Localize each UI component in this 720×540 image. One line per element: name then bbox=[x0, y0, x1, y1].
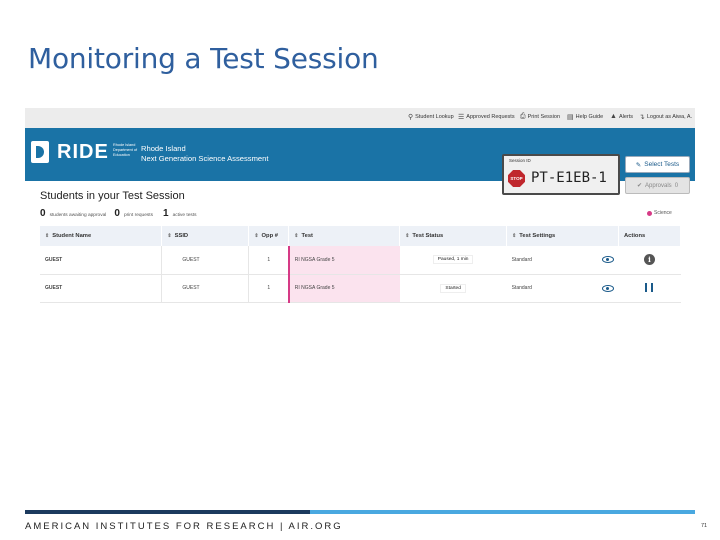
checkmark-icon: ✔ bbox=[636, 183, 642, 189]
cell-student-name: GUEST bbox=[40, 274, 162, 303]
table-row: GUEST GUEST 1 RI NGSA Grade 5 Paused, 1 … bbox=[40, 246, 681, 275]
column-header-test-settings[interactable]: ⇕ Test Settings bbox=[506, 226, 619, 246]
ride-logo-subtext: Rhode Island Department of Education bbox=[113, 143, 138, 157]
page-number: 71 bbox=[701, 523, 708, 529]
status-badge: Started bbox=[440, 283, 466, 293]
sort-icon: ⇕ bbox=[294, 233, 299, 239]
toolbar-label: Student Lookup bbox=[415, 114, 454, 120]
select-tests-label: Select Tests bbox=[644, 161, 680, 168]
cell-actions: i bbox=[618, 246, 681, 275]
header-banner: RIDE Rhode Island Department of Educatio… bbox=[25, 128, 695, 195]
legend-label: Science bbox=[654, 210, 672, 216]
footer-bar-light bbox=[310, 510, 695, 514]
cell-test-settings: Standard bbox=[506, 274, 619, 303]
toolbar-label: Alerts bbox=[618, 113, 633, 120]
pencil-icon: ✎ bbox=[635, 161, 642, 169]
approvals-count: 0 bbox=[674, 182, 679, 189]
assessment-title-line2: Next Generation Science Assessment bbox=[141, 153, 269, 163]
approved-requests-button[interactable]: ☰ Approved Requests bbox=[458, 113, 515, 121]
legend: Science bbox=[647, 210, 672, 216]
students-table: ⇕ Student Name ⇕ SSID ⇕ Opp # ⇕ Test ⇕ Test S… bbox=[40, 226, 682, 303]
sort-icon: ⇕ bbox=[405, 233, 410, 239]
footer-bar-dark bbox=[25, 510, 310, 514]
help-guide-button[interactable]: ▤ Help Guide bbox=[567, 113, 603, 121]
cell-test: RI NGSA Grade 5 bbox=[287, 274, 400, 303]
cell-test: RI NGSA Grade 5 bbox=[287, 246, 400, 275]
print-session-button[interactable]: ⎙ Print Session bbox=[520, 113, 560, 121]
table-header-row: ⇕ Student Name ⇕ SSID ⇕ Opp # ⇕ Test ⇕ Test S… bbox=[40, 226, 682, 246]
cell-ssid: GUEST bbox=[161, 274, 249, 303]
settings-value: Standard bbox=[511, 256, 532, 263]
info-icon[interactable]: i bbox=[643, 254, 655, 266]
toolbar-label: Logout as Aiwa, A. bbox=[646, 114, 693, 120]
top-toolbar: ⚲ Student Lookup ☰ Approved Requests ⎙ P… bbox=[25, 108, 695, 128]
active-count: 1 bbox=[163, 208, 169, 219]
search-icon: ⚲ bbox=[408, 114, 414, 121]
sort-icon: ⇕ bbox=[254, 233, 259, 239]
approvals-button[interactable]: ✔ Approvals 0 bbox=[625, 177, 690, 194]
column-header-ssid[interactable]: ⇕ SSID bbox=[161, 226, 250, 246]
view-settings-eye-icon[interactable] bbox=[602, 256, 615, 263]
pause-icon[interactable] bbox=[645, 282, 654, 292]
cell-test-settings: Standard bbox=[506, 246, 619, 275]
column-header-actions: Actions bbox=[618, 226, 682, 246]
cell-opp: 1 bbox=[248, 246, 289, 275]
session-id-value: PT-E1EB-1 bbox=[531, 170, 607, 186]
view-settings-eye-icon[interactable] bbox=[602, 284, 615, 292]
logout-button[interactable]: ↴ Logout as Aiwa, A. bbox=[639, 113, 692, 121]
session-id-box: Session ID STOP PT-E1EB-1 bbox=[502, 154, 620, 195]
alert-icon: ▲ bbox=[610, 113, 617, 120]
sort-icon: ⇕ bbox=[512, 233, 517, 239]
column-header-student-name[interactable]: ⇕ Student Name bbox=[40, 226, 163, 246]
awaiting-count: 0 bbox=[40, 208, 46, 219]
sort-icon: ⇕ bbox=[167, 233, 172, 239]
stop-session-button[interactable]: STOP bbox=[508, 170, 525, 187]
ride-logo-text: RIDE bbox=[57, 141, 109, 163]
table-row: GUEST GUEST 1 RI NGSA Grade 5 Started St… bbox=[40, 274, 681, 303]
select-tests-button[interactable]: ✎ Select Tests bbox=[625, 156, 690, 173]
science-dot-icon bbox=[647, 210, 652, 216]
column-header-opp[interactable]: ⇕ Opp # bbox=[248, 226, 290, 246]
cell-ssid: GUEST bbox=[161, 246, 249, 275]
assessment-title-line1: Rhode Island bbox=[141, 144, 186, 153]
cell-test-status: Paused, 1 min bbox=[399, 246, 507, 275]
session-id-label: Session ID bbox=[509, 158, 531, 163]
cell-opp: 1 bbox=[248, 274, 289, 303]
student-lookup-button[interactable]: ⚲ Student Lookup bbox=[408, 113, 454, 121]
book-icon: ▤ bbox=[567, 114, 574, 121]
slide-title: Monitoring a Test Session bbox=[28, 42, 379, 75]
cell-test-status: Started bbox=[399, 274, 507, 303]
active-label: active tests bbox=[172, 213, 197, 218]
toolbar-label: Approved Requests bbox=[466, 114, 515, 120]
approvals-label: Approvals bbox=[645, 182, 672, 189]
column-header-test-status[interactable]: ⇕ Test Status bbox=[399, 226, 508, 246]
cell-student-name: GUEST bbox=[40, 246, 162, 275]
footer-text: AMERICAN INSTITUTES FOR RESEARCH | AIR.O… bbox=[25, 521, 343, 532]
checklist-icon: ☰ bbox=[458, 114, 465, 121]
status-badge: Paused, 1 min bbox=[432, 255, 474, 265]
alerts-button[interactable]: ▲ Alerts bbox=[610, 113, 633, 120]
print-icon: ⎙ bbox=[520, 113, 526, 120]
toolbar-label: Print Session bbox=[527, 114, 561, 120]
session-counts: 0 students awaiting approval 0 print req… bbox=[40, 208, 197, 219]
column-header-test[interactable]: ⇕ Test bbox=[288, 226, 401, 246]
ride-logo-icon bbox=[31, 141, 49, 163]
app-screenshot: ⚲ Student Lookup ☰ Approved Requests ⎙ P… bbox=[25, 108, 695, 308]
toolbar-label: Help Guide bbox=[575, 114, 604, 120]
print-label: print requests bbox=[123, 213, 153, 218]
awaiting-label: students awaiting approval bbox=[49, 213, 107, 218]
print-count: 0 bbox=[114, 208, 120, 219]
students-heading: Students in your Test Session bbox=[40, 190, 185, 202]
settings-value: Standard bbox=[511, 285, 532, 291]
cell-actions bbox=[618, 274, 681, 303]
logout-icon: ↴ bbox=[639, 114, 645, 121]
assessment-title: Rhode Island Next Generation Science Ass… bbox=[141, 144, 268, 163]
sort-icon: ⇕ bbox=[45, 233, 50, 239]
